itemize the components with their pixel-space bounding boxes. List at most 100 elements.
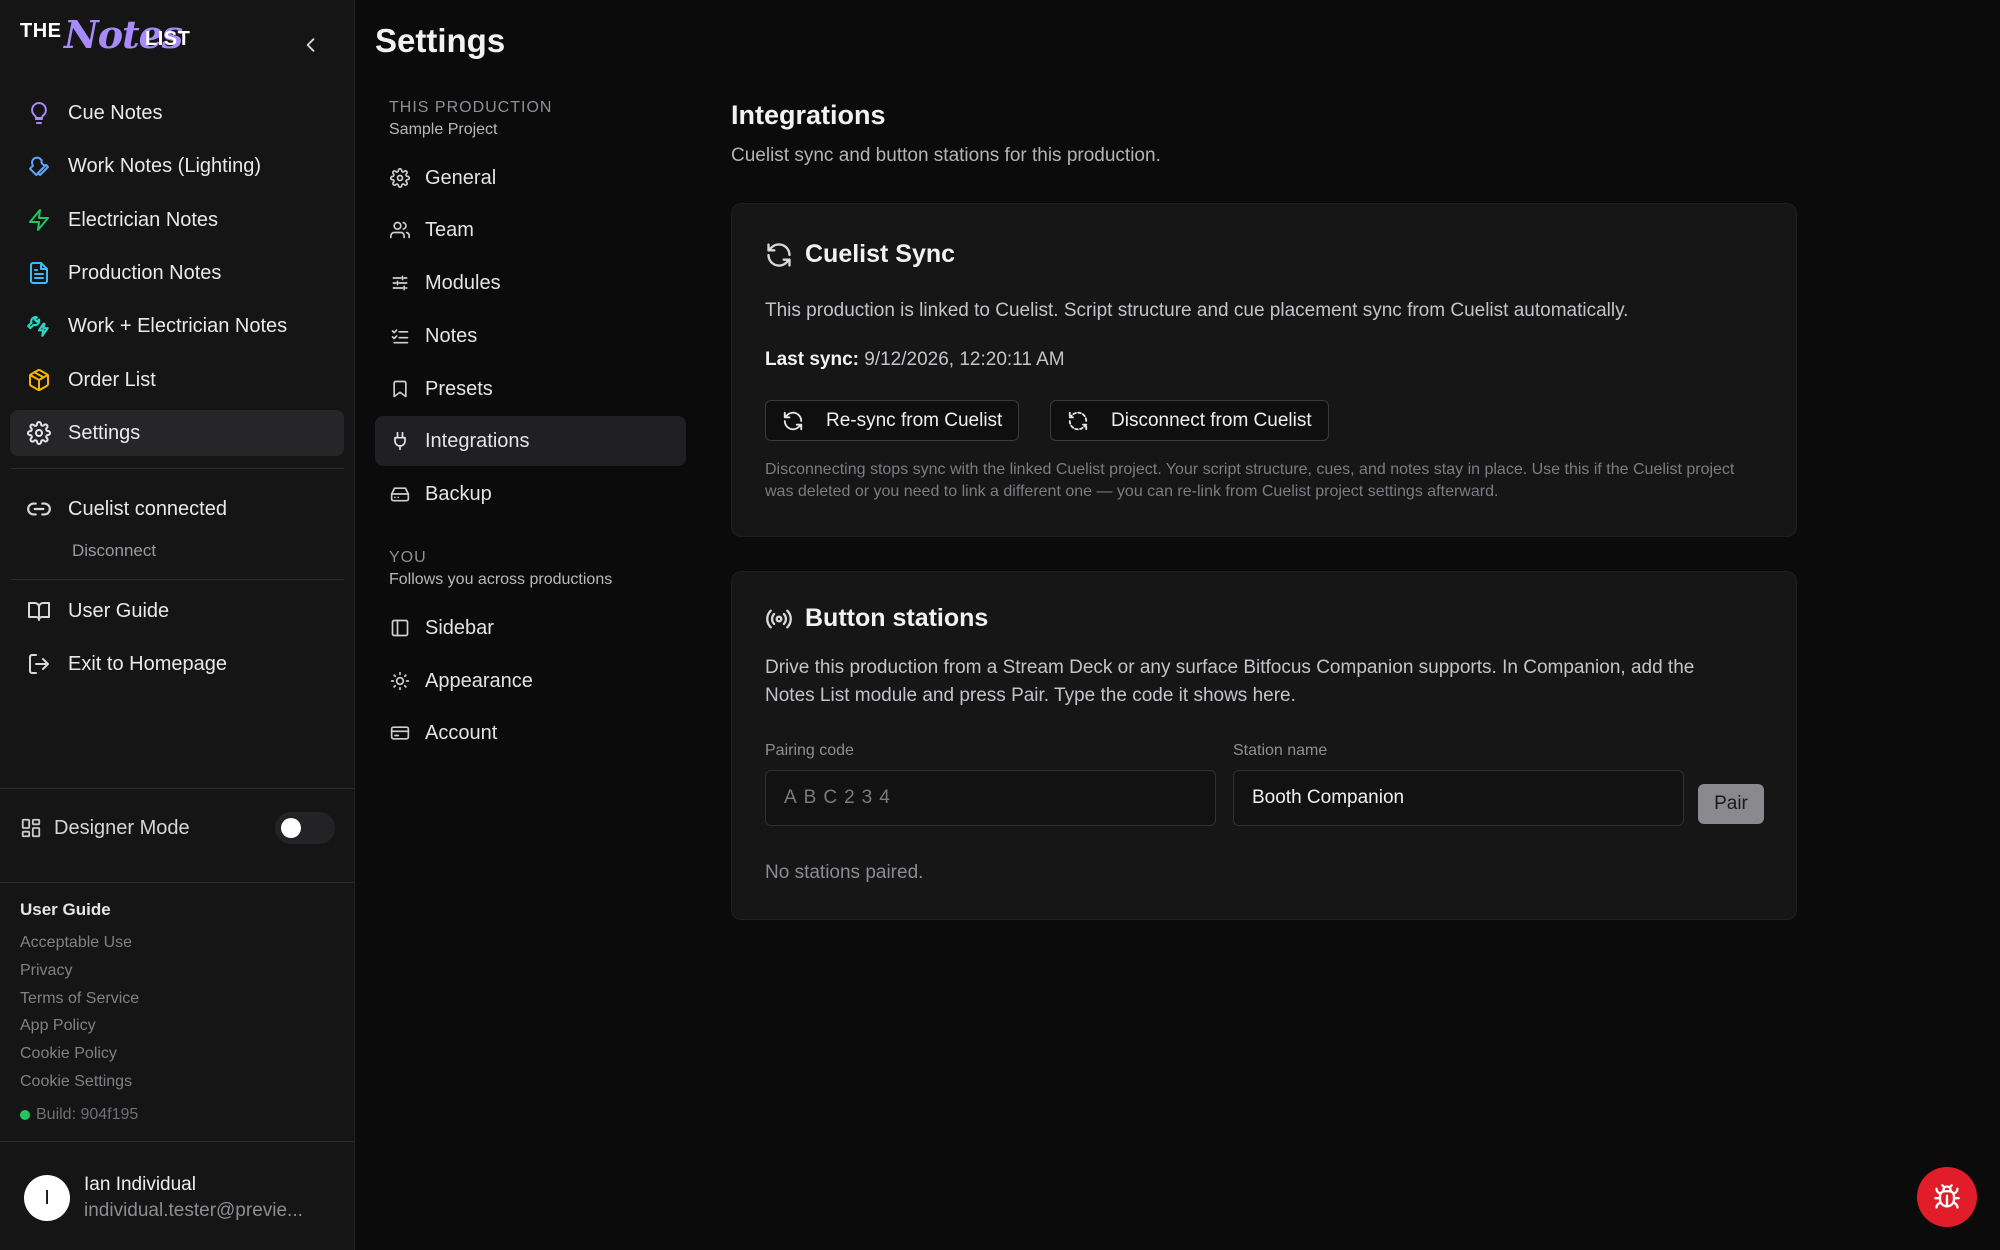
pairing-code-input[interactable]	[765, 770, 1216, 826]
disconnect-cuelist-label: Disconnect from Cuelist	[1111, 409, 1312, 431]
cuelist-sync-title: Cuelist Sync	[805, 240, 956, 268]
settings-nav-label: Sidebar	[425, 616, 494, 639]
nav-production-notes[interactable]: Production Notes	[10, 250, 344, 296]
logo-the: THE	[20, 20, 62, 42]
nav-label: Work + Electrician Notes	[68, 314, 288, 337]
users-icon	[389, 219, 411, 241]
settings-nav-integrations[interactable]: Integrations	[375, 416, 686, 466]
sun-icon	[389, 670, 411, 692]
nav-exit-homepage[interactable]: Exit to Homepage	[10, 641, 344, 687]
resync-label: Re-sync from Cuelist	[826, 409, 1003, 431]
settings-nav-label: Appearance	[425, 669, 533, 692]
footer-link-cookie-policy[interactable]: Cookie Policy	[20, 1045, 117, 1063]
nav-user-guide[interactable]: User Guide	[10, 588, 344, 634]
resync-button[interactable]: Re-sync from Cuelist	[765, 400, 1020, 441]
nav-settings[interactable]: Settings	[10, 410, 344, 456]
page-title: Settings	[375, 22, 506, 59]
user-account-menu[interactable]: I Ian Individual individual.tester@previ…	[24, 1168, 344, 1228]
production-name: Sample Project	[389, 121, 498, 138]
disconnect-cuelist-button[interactable]: Disconnect from Cuelist	[1050, 400, 1329, 441]
nav-work-electrician-notes[interactable]: Work + Electrician Notes	[10, 303, 344, 349]
disconnect-fine-print: Disconnecting stops sync with the linked…	[765, 461, 1735, 500]
settings-nav-modules[interactable]: Modules	[375, 258, 686, 308]
bug-icon	[1934, 1184, 1960, 1209]
settings-nav-label: Team	[425, 218, 474, 241]
settings-nav-label: General	[425, 166, 497, 189]
content-subtitle: Cuelist sync and button stations for thi…	[731, 145, 1161, 166]
designer-mode-toggle[interactable]	[275, 812, 335, 844]
divider	[10, 579, 344, 580]
button-stations-header: Button stations	[765, 604, 988, 633]
unlink-icon	[1068, 411, 1088, 430]
last-sync-value: 9/12/2026, 12:20:11 AM	[864, 349, 1065, 370]
station-name-label: Station name	[1233, 742, 1328, 759]
build-status-dot	[20, 1110, 30, 1120]
bookmark-icon	[389, 378, 411, 400]
wrench-zap-icon	[26, 313, 52, 339]
credit-card-icon	[389, 722, 411, 744]
refresh-icon	[767, 242, 791, 267]
nav-work-notes[interactable]: Work Notes (Lighting)	[10, 143, 344, 189]
report-bug-button[interactable]	[1917, 1167, 1977, 1227]
cuelist-status-label: Cuelist connected	[68, 497, 227, 520]
divider	[10, 468, 344, 469]
nav-label: Settings	[68, 421, 141, 444]
nav-label: Exit to Homepage	[68, 652, 227, 675]
disconnect-link[interactable]: Disconnect	[72, 541, 156, 561]
button-stations-card: Button stations Drive this production fr…	[731, 571, 1797, 920]
nav-electrician-notes[interactable]: Electrician Notes	[10, 197, 344, 243]
nav-label: Electrician Notes	[68, 208, 219, 231]
settings-nav-notes[interactable]: Notes	[375, 311, 686, 361]
settings-nav-label: Backup	[425, 482, 492, 505]
build-label: Build: 904f195	[36, 1106, 139, 1123]
settings-nav-backup[interactable]: Backup	[375, 469, 686, 519]
gear-icon	[26, 420, 52, 446]
settings-nav-presets[interactable]: Presets	[375, 364, 686, 414]
nav-order-list[interactable]: Order List	[10, 357, 344, 403]
footer-link-privacy[interactable]: Privacy	[20, 962, 72, 980]
file-text-icon	[26, 260, 52, 286]
book-open-icon	[26, 598, 52, 624]
collapse-sidebar-button[interactable]	[296, 30, 326, 60]
app-logo[interactable]: THE Notes LIST	[20, 12, 220, 66]
user-name: Ian Individual	[84, 1174, 196, 1195]
production-section-caption: THIS PRODUCTION	[389, 99, 553, 116]
settings-nav-sidebar[interactable]: Sidebar	[375, 603, 686, 653]
settings-nav-label: Presets	[425, 377, 493, 400]
button-stations-description-1: Drive this production from a Stream Deck…	[765, 657, 1695, 678]
divider	[0, 1141, 355, 1142]
zap-icon	[26, 207, 52, 233]
settings-nav-label: Notes	[425, 324, 478, 347]
settings-nav-general[interactable]: General	[375, 153, 686, 203]
divider	[0, 882, 355, 883]
button-stations-description-2: Notes List module and press Pair. Type t…	[765, 685, 1296, 706]
chevron-left-icon	[306, 38, 315, 52]
footer-link-terms[interactable]: Terms of Service	[20, 990, 139, 1008]
layout-dashboard-icon	[21, 818, 41, 838]
settings-nav-team[interactable]: Team	[375, 205, 686, 255]
radio-icon	[766, 609, 792, 628]
toggle-knob	[281, 818, 301, 838]
settings-nav-account[interactable]: Account	[375, 708, 686, 758]
you-section-caption: YOU	[389, 549, 427, 566]
app-sidebar: THE Notes LIST Cue Notes Work Notes (Lig…	[0, 0, 355, 1250]
user-email: individual.tester@previe...	[84, 1200, 303, 1221]
cuelist-sync-description: This production is linked to Cuelist. Sc…	[765, 300, 1629, 321]
button-stations-title: Button stations	[805, 604, 989, 632]
last-sync: Last sync: 9/12/2026, 12:20:11 AM	[765, 349, 1065, 371]
footer-link-acceptable-use[interactable]: Acceptable Use	[20, 934, 132, 952]
settings-nav-appearance[interactable]: Appearance	[375, 656, 686, 706]
build-indicator: Build: 904f195	[20, 1106, 138, 1124]
footer-link-app-policy[interactable]: App Policy	[20, 1017, 96, 1035]
content-title: Integrations	[731, 100, 886, 130]
footer-heading: User Guide	[20, 900, 111, 919]
wrench-icon	[26, 153, 52, 179]
nav-cue-notes[interactable]: Cue Notes	[10, 90, 344, 136]
user-info: Ian Individual individual.tester@previe.…	[84, 1174, 303, 1222]
station-name-input[interactable]	[1233, 770, 1684, 826]
pair-button[interactable]: Pair	[1698, 784, 1764, 824]
no-stations-message: No stations paired.	[765, 862, 924, 883]
cuelist-sync-card: Cuelist Sync This production is linked t…	[731, 203, 1797, 537]
footer-link-cookie-settings[interactable]: Cookie Settings	[20, 1073, 132, 1091]
gear-icon	[389, 167, 411, 189]
